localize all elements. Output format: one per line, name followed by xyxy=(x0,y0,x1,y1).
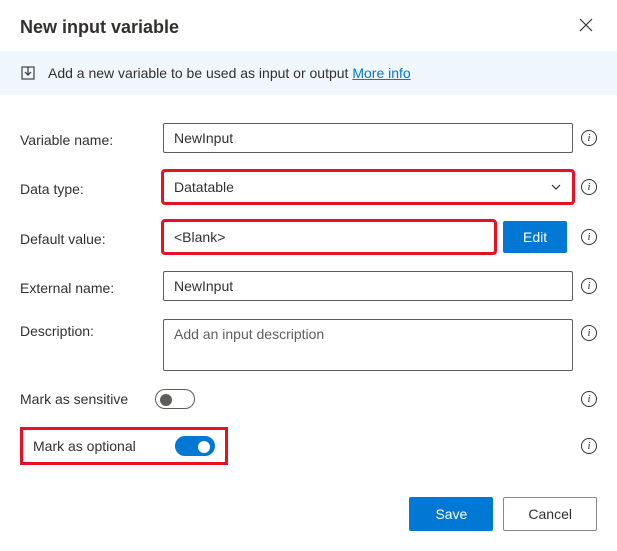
description-textarea[interactable] xyxy=(163,319,573,371)
info-icon[interactable]: i xyxy=(581,229,597,245)
dialog-footer: Save Cancel xyxy=(0,475,617,551)
banner-text: Add a new variable to be used as input o… xyxy=(48,65,411,81)
toggle-knob xyxy=(160,394,172,406)
data-type-select[interactable]: Datatable xyxy=(163,171,573,203)
toggle-knob xyxy=(198,441,210,453)
variable-name-input[interactable] xyxy=(163,123,573,153)
info-icon[interactable]: i xyxy=(581,278,597,294)
row-data-type: Data type: Datatable i xyxy=(20,171,597,203)
label-data-type: Data type: xyxy=(20,177,155,197)
row-sensitive: Mark as sensitive i xyxy=(20,389,597,409)
default-value-text: <Blank> xyxy=(174,229,225,245)
info-icon[interactable]: i xyxy=(581,130,597,146)
default-value-display[interactable]: <Blank> xyxy=(163,221,495,253)
row-default-value: Default value: <Blank> Edit i xyxy=(20,221,597,253)
close-icon xyxy=(579,19,593,36)
sensitive-toggle[interactable] xyxy=(155,389,195,409)
dialog-title: New input variable xyxy=(20,17,179,38)
row-description: Description: i xyxy=(20,319,597,371)
row-external-name: External name: i xyxy=(20,271,597,301)
label-variable-name: Variable name: xyxy=(20,128,155,148)
label-sensitive: Mark as sensitive xyxy=(20,391,155,407)
row-variable-name: Variable name: i xyxy=(20,123,597,153)
external-name-input[interactable] xyxy=(163,271,573,301)
data-type-value: Datatable xyxy=(174,179,234,195)
close-button[interactable] xyxy=(575,14,597,41)
info-icon[interactable]: i xyxy=(581,179,597,195)
new-input-variable-dialog: New input variable Add a new variable to… xyxy=(0,0,617,551)
more-info-link[interactable]: More info xyxy=(352,65,410,81)
form-body: Variable name: i Data type: Datatable i … xyxy=(0,95,617,475)
save-button[interactable]: Save xyxy=(409,497,493,531)
info-icon[interactable]: i xyxy=(581,325,597,341)
edit-default-value-button[interactable]: Edit xyxy=(503,221,567,253)
download-icon xyxy=(20,65,36,81)
info-icon[interactable]: i xyxy=(581,391,597,407)
label-default-value: Default value: xyxy=(20,227,155,247)
optional-toggle[interactable] xyxy=(175,436,215,456)
row-optional: Mark as optional i xyxy=(20,427,597,465)
label-description: Description: xyxy=(20,319,155,339)
chevron-down-icon xyxy=(550,181,562,193)
info-banner: Add a new variable to be used as input o… xyxy=(0,51,617,95)
label-external-name: External name: xyxy=(20,276,155,296)
banner-message: Add a new variable to be used as input o… xyxy=(48,65,352,81)
dialog-header: New input variable xyxy=(0,0,617,51)
info-icon[interactable]: i xyxy=(581,438,597,454)
label-optional: Mark as optional xyxy=(33,438,161,454)
cancel-button[interactable]: Cancel xyxy=(503,497,597,531)
